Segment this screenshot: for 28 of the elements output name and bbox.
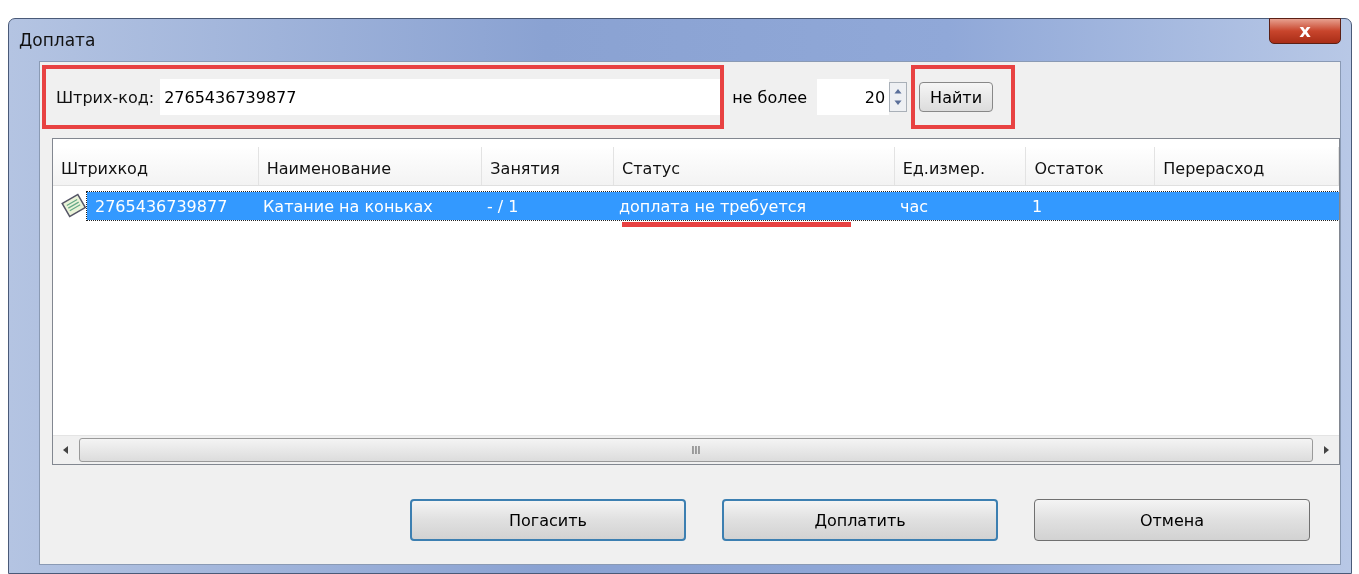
table-cell-text: доплата не требуется [618, 195, 808, 218]
column-header[interactable]: Статус [614, 147, 895, 185]
table-cell-text: 2765436739877 [94, 195, 229, 218]
spinner-icon[interactable] [889, 82, 908, 112]
barcode-field[interactable]: 2765436739877 [160, 79, 721, 115]
close-button[interactable]: x [1269, 18, 1341, 44]
limit-field[interactable]: 20 [817, 79, 890, 115]
find-button[interactable]: Найти [919, 82, 994, 112]
table-cell-text: час [899, 195, 930, 218]
horizontal-scrollbar[interactable]: III [53, 435, 1339, 464]
column-header[interactable]: Ед.измер. [894, 147, 1027, 185]
dialog-button[interactable]: Отмена [1034, 499, 1310, 541]
column-header[interactable]: Наименование [258, 147, 483, 185]
scroll-right-icon[interactable] [1322, 445, 1330, 455]
barcode-label: Штрих-код: [56, 87, 155, 107]
column-header[interactable]: Штрихкод [53, 147, 259, 185]
scroll-left-icon[interactable] [62, 445, 70, 455]
table-cell-text: - / 1 [486, 195, 520, 218]
dialog-button[interactable]: Доплатить [722, 499, 998, 541]
dialog-button[interactable]: Погасить [410, 499, 686, 541]
column-header[interactable]: Остаток [1026, 147, 1156, 185]
column-header[interactable]: Занятия [482, 147, 615, 185]
table-cell-text: Катание на коньках [262, 195, 434, 218]
scroll-thumb[interactable]: III [79, 438, 1313, 462]
column-header[interactable]: Перерасход [1155, 147, 1339, 185]
window-title: Доплата [19, 30, 96, 50]
table-cell-text: 1 [1031, 195, 1044, 218]
limit-label: не более [732, 87, 808, 107]
